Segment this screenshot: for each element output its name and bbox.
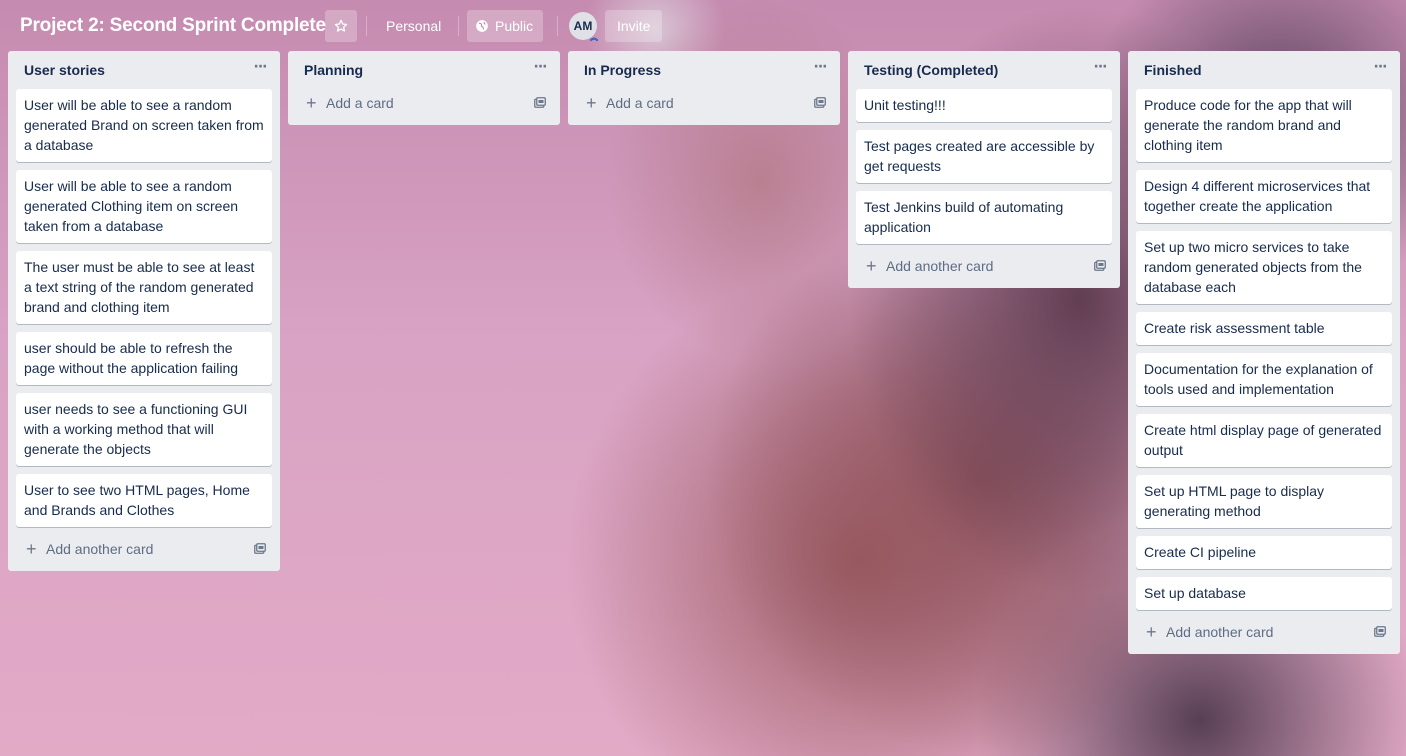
plus-icon: + [26,539,37,559]
card[interactable]: user needs to see a functioning GUI with… [16,393,272,466]
admin-chevron-icon: ︽ [590,33,598,42]
card[interactable]: Unit testing!!! [856,89,1112,122]
card-template-icon[interactable] [1094,260,1106,271]
plus-icon: + [1146,622,1157,642]
card[interactable]: Documentation for the explanation of too… [1136,353,1392,406]
card[interactable]: Create CI pipeline [1136,536,1392,569]
card-template-icon[interactable] [254,543,266,554]
header-separator [366,16,367,36]
card[interactable]: Set up two micro services to take random… [1136,231,1392,304]
list-title[interactable]: In Progress [584,62,661,78]
list-title[interactable]: Testing (Completed) [864,62,998,78]
list-planning: Planning ··· + Add a card [288,51,560,125]
card-template-icon[interactable] [814,97,826,108]
list-header: Planning ··· [288,51,560,89]
card[interactable]: Create risk assessment table [1136,312,1392,345]
list-header: Testing (Completed) ··· [848,51,1120,89]
visibility-button[interactable]: Public [467,10,544,42]
add-card-button[interactable]: + Add another card [856,252,1112,280]
list-header: User stories ··· [8,51,280,89]
card[interactable]: User to see two HTML pages, Home and Bra… [16,474,272,527]
card[interactable]: Test Jenkins build of automating applica… [856,191,1112,244]
more-icon[interactable]: ··· [1092,59,1108,79]
add-card-button[interactable]: + Add another card [1136,618,1392,646]
plus-icon: + [306,93,317,113]
list-title[interactable]: Finished [1144,62,1202,78]
board-header: Project 2: Second Sprint Complete Person… [0,0,1406,52]
card[interactable]: The user must be able to see at least a … [16,251,272,324]
add-card-label: Add another card [46,541,154,557]
workspace-button[interactable]: Personal [376,10,451,42]
plus-icon: + [866,256,877,276]
visibility-label: Public [495,18,534,34]
star-icon [334,19,348,32]
more-icon[interactable]: ··· [812,59,828,79]
card-list: Unit testing!!! Test pages created are a… [848,89,1120,244]
more-icon[interactable]: ··· [252,59,268,79]
add-card-label: Add a card [606,95,674,111]
card[interactable]: Set up HTML page to display generating m… [1136,475,1392,528]
card-template-icon[interactable] [534,97,546,108]
list-title[interactable]: Planning [304,62,363,78]
card[interactable]: user should be able to refresh the page … [16,332,272,385]
add-card-button[interactable]: + Add another card [16,535,272,563]
avatar[interactable]: AM ︽ [569,12,598,42]
plus-icon: + [586,93,597,113]
list-title[interactable]: User stories [24,62,105,78]
list-header: Finished ··· [1128,51,1400,89]
globe-icon [476,20,488,32]
list-finished: Finished ··· Produce code for the app th… [1128,51,1400,654]
header-separator [458,16,459,36]
card[interactable]: User will be able to see a random genera… [16,170,272,243]
add-card-button[interactable]: + Add a card [296,89,552,117]
card-template-icon[interactable] [1374,626,1386,637]
add-card-label: Add another card [886,258,994,274]
add-card-label: Add another card [1166,624,1274,640]
star-board-button[interactable] [325,10,357,42]
card[interactable]: User will be able to see a random genera… [16,89,272,162]
card-list: Produce code for the app that will gener… [1128,89,1400,610]
card[interactable]: Create html display page of generated ou… [1136,414,1392,467]
add-card-button[interactable]: + Add a card [576,89,832,117]
list-user-stories: User stories ··· User will be able to se… [8,51,280,571]
invite-button[interactable]: Invite [605,10,663,42]
board-title[interactable]: Project 2: Second Sprint Complete [12,8,334,44]
more-icon[interactable]: ··· [1372,59,1388,79]
card[interactable]: Produce code for the app that will gener… [1136,89,1392,162]
list-in-progress: In Progress ··· + Add a card [568,51,840,125]
more-icon[interactable]: ··· [532,59,548,79]
card[interactable]: Design 4 different microservices that to… [1136,170,1392,223]
card[interactable]: Test pages created are accessible by get… [856,130,1112,183]
avatar-initials: AM [573,19,593,33]
card[interactable]: Set up database [1136,577,1392,610]
add-card-label: Add a card [326,95,394,111]
header-separator [557,16,558,36]
list-header: In Progress ··· [568,51,840,89]
list-testing: Testing (Completed) ··· Unit testing!!! … [848,51,1120,288]
card-list: User will be able to see a random genera… [8,89,280,527]
